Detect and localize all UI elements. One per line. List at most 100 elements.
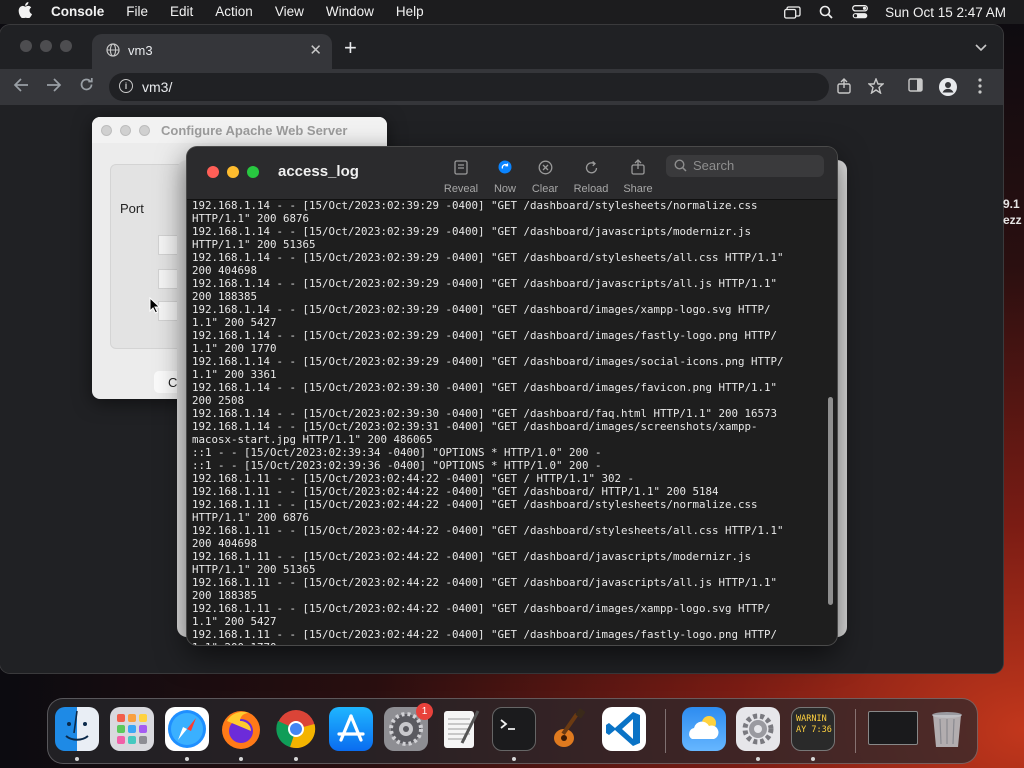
safari-icon[interactable]	[165, 707, 209, 751]
reveal-icon	[436, 157, 486, 177]
search-placeholder: Search	[693, 158, 735, 173]
console-zoom-button[interactable]	[247, 166, 259, 178]
port-label: Port	[120, 201, 144, 216]
menu-clock[interactable]: Sun Oct 15 2:47 AM	[877, 5, 1024, 20]
weather-icon[interactable]	[682, 707, 726, 751]
tab-search-chevron-icon[interactable]	[975, 39, 987, 57]
dock-separator	[665, 709, 666, 753]
window-zoom-button[interactable]	[60, 40, 72, 52]
address-bar[interactable]: i vm3/	[109, 73, 829, 101]
reveal-button[interactable]: Reveal	[436, 157, 486, 195]
log-line: 192.168.1.11 - - [15/Oct/2023:02:44:22 -…	[192, 498, 758, 511]
tab-strip: vm3 ✕ +	[0, 25, 1003, 69]
log-line: ::1 - - [15/Oct/2023:02:39:36 -0400] "OP…	[192, 459, 602, 472]
log-line: 192.168.1.11 - - [15/Oct/2023:02:44:22 -…	[192, 602, 771, 615]
apache-minimize-button[interactable]	[120, 125, 131, 136]
firefox-icon[interactable]	[219, 707, 263, 751]
new-tab-button[interactable]: +	[344, 35, 357, 61]
now-label: Now	[493, 183, 516, 195]
log-view[interactable]: 192.168.1.14 - - [15/Oct/2023:02:39:29 -…	[192, 199, 822, 645]
trash-icon[interactable]	[925, 707, 969, 751]
profile-avatar-icon[interactable]	[939, 78, 957, 101]
log-line: HTTP/1.1" 200 6876	[192, 511, 310, 524]
spotlight-search-icon[interactable]	[809, 0, 843, 24]
running-indicator	[239, 757, 243, 761]
log-line: HTTP/1.1" 200 51365	[192, 238, 316, 251]
apache-close-button[interactable]	[101, 125, 112, 136]
console-icon[interactable]: WARNIN AY 7:36	[791, 707, 835, 751]
forward-arrow-icon[interactable]	[46, 77, 62, 97]
log-line: 192.168.1.11 - - [15/Oct/2023:02:44:22 -…	[192, 628, 778, 641]
menu-file[interactable]: File	[115, 0, 159, 24]
console-title-bar: access_log Reveal Now Clear Reload Share…	[187, 147, 837, 200]
running-indicator	[811, 757, 815, 761]
share-button[interactable]: Share	[613, 157, 663, 195]
apache-zoom-button[interactable]	[139, 125, 150, 136]
apache-title-bar: Configure Apache Web Server	[92, 117, 387, 143]
log-line: HTTP/1.1" 200 51365	[192, 563, 316, 576]
terminal-icon[interactable]	[492, 707, 536, 751]
log-line: 200 188385	[192, 589, 258, 602]
chrome-icon[interactable]	[274, 707, 318, 751]
window-minimize-button[interactable]	[40, 40, 52, 52]
app-store-icon[interactable]	[329, 707, 373, 751]
dock: 1 WARNIN AY 7:36	[47, 698, 978, 764]
screen-mirroring-icon[interactable]	[775, 0, 809, 24]
log-scrollbar[interactable]	[828, 397, 833, 605]
reload-button[interactable]: Reload	[566, 157, 616, 195]
menu-edit[interactable]: Edit	[159, 0, 204, 24]
bookmark-star-icon[interactable]	[867, 77, 885, 99]
console-window-title: access_log	[278, 163, 359, 180]
control-center-icon[interactable]	[843, 0, 877, 24]
launchpad-icon[interactable]	[110, 707, 154, 751]
reload-log-icon	[566, 157, 616, 177]
apple-menu-icon[interactable]	[0, 1, 40, 23]
log-line: 200 188385	[192, 290, 258, 303]
log-line: HTTP/1.1" 200 6876	[192, 212, 310, 225]
menu-help[interactable]: Help	[385, 0, 435, 24]
console-close-button[interactable]	[207, 166, 219, 178]
browser-tab[interactable]: vm3 ✕	[92, 34, 332, 69]
minimized-window-icon[interactable]	[868, 711, 918, 745]
reveal-label: Reveal	[443, 183, 479, 195]
system-settings-icon[interactable]	[736, 707, 780, 751]
menu-view[interactable]: View	[264, 0, 315, 24]
menu-window[interactable]: Window	[315, 0, 385, 24]
log-line: 192.168.1.14 - - [15/Oct/2023:02:39:29 -…	[192, 277, 778, 290]
log-line: 192.168.1.14 - - [15/Oct/2023:02:39:29 -…	[192, 329, 778, 342]
running-indicator	[756, 757, 760, 761]
garageband-icon[interactable]	[547, 707, 591, 751]
reload-label: Reload	[573, 183, 609, 195]
log-line: 192.168.1.14 - - [15/Oct/2023:02:39:29 -…	[192, 355, 784, 368]
clear-button[interactable]: Clear	[520, 157, 570, 195]
notification-badge: 1	[416, 703, 433, 720]
app-menu-console[interactable]: Console	[40, 0, 115, 24]
tab-title: vm3	[128, 43, 153, 58]
log-line: 200 404698	[192, 264, 258, 277]
log-line: 192.168.1.11 - - [15/Oct/2023:02:44:22 -…	[192, 576, 778, 589]
console-search-field[interactable]: Search	[666, 155, 824, 177]
log-line: 200 404698	[192, 537, 258, 550]
back-arrow-icon[interactable]	[13, 77, 29, 97]
log-line: 1.1" 200 5427	[192, 316, 277, 329]
dock-separator	[855, 709, 856, 753]
reload-icon[interactable]	[79, 77, 94, 97]
log-line: 192.168.1.14 - - [15/Oct/2023:02:39:29 -…	[192, 225, 752, 238]
kebab-menu-icon[interactable]	[978, 78, 982, 99]
search-icon	[674, 159, 687, 175]
menu-action[interactable]: Action	[204, 0, 264, 24]
textedit-icon[interactable]	[438, 707, 482, 751]
address-url[interactable]: vm3/	[142, 79, 172, 95]
log-line: 192.168.1.14 - - [15/Oct/2023:02:39:30 -…	[192, 407, 778, 420]
share-icon[interactable]	[837, 78, 851, 99]
log-line: 192.168.1.14 - - [15/Oct/2023:02:39:29 -…	[192, 251, 784, 264]
console-minimize-button[interactable]	[227, 166, 239, 178]
finder-icon[interactable]	[55, 707, 99, 751]
side-panel-icon[interactable]	[908, 78, 923, 97]
vscode-icon[interactable]	[602, 707, 646, 751]
tab-close-icon[interactable]: ✕	[309, 41, 322, 59]
running-indicator	[185, 757, 189, 761]
window-close-button[interactable]	[20, 40, 32, 52]
log-line: 1.1" 200 1770	[192, 342, 277, 355]
site-info-icon[interactable]: i	[119, 79, 133, 93]
